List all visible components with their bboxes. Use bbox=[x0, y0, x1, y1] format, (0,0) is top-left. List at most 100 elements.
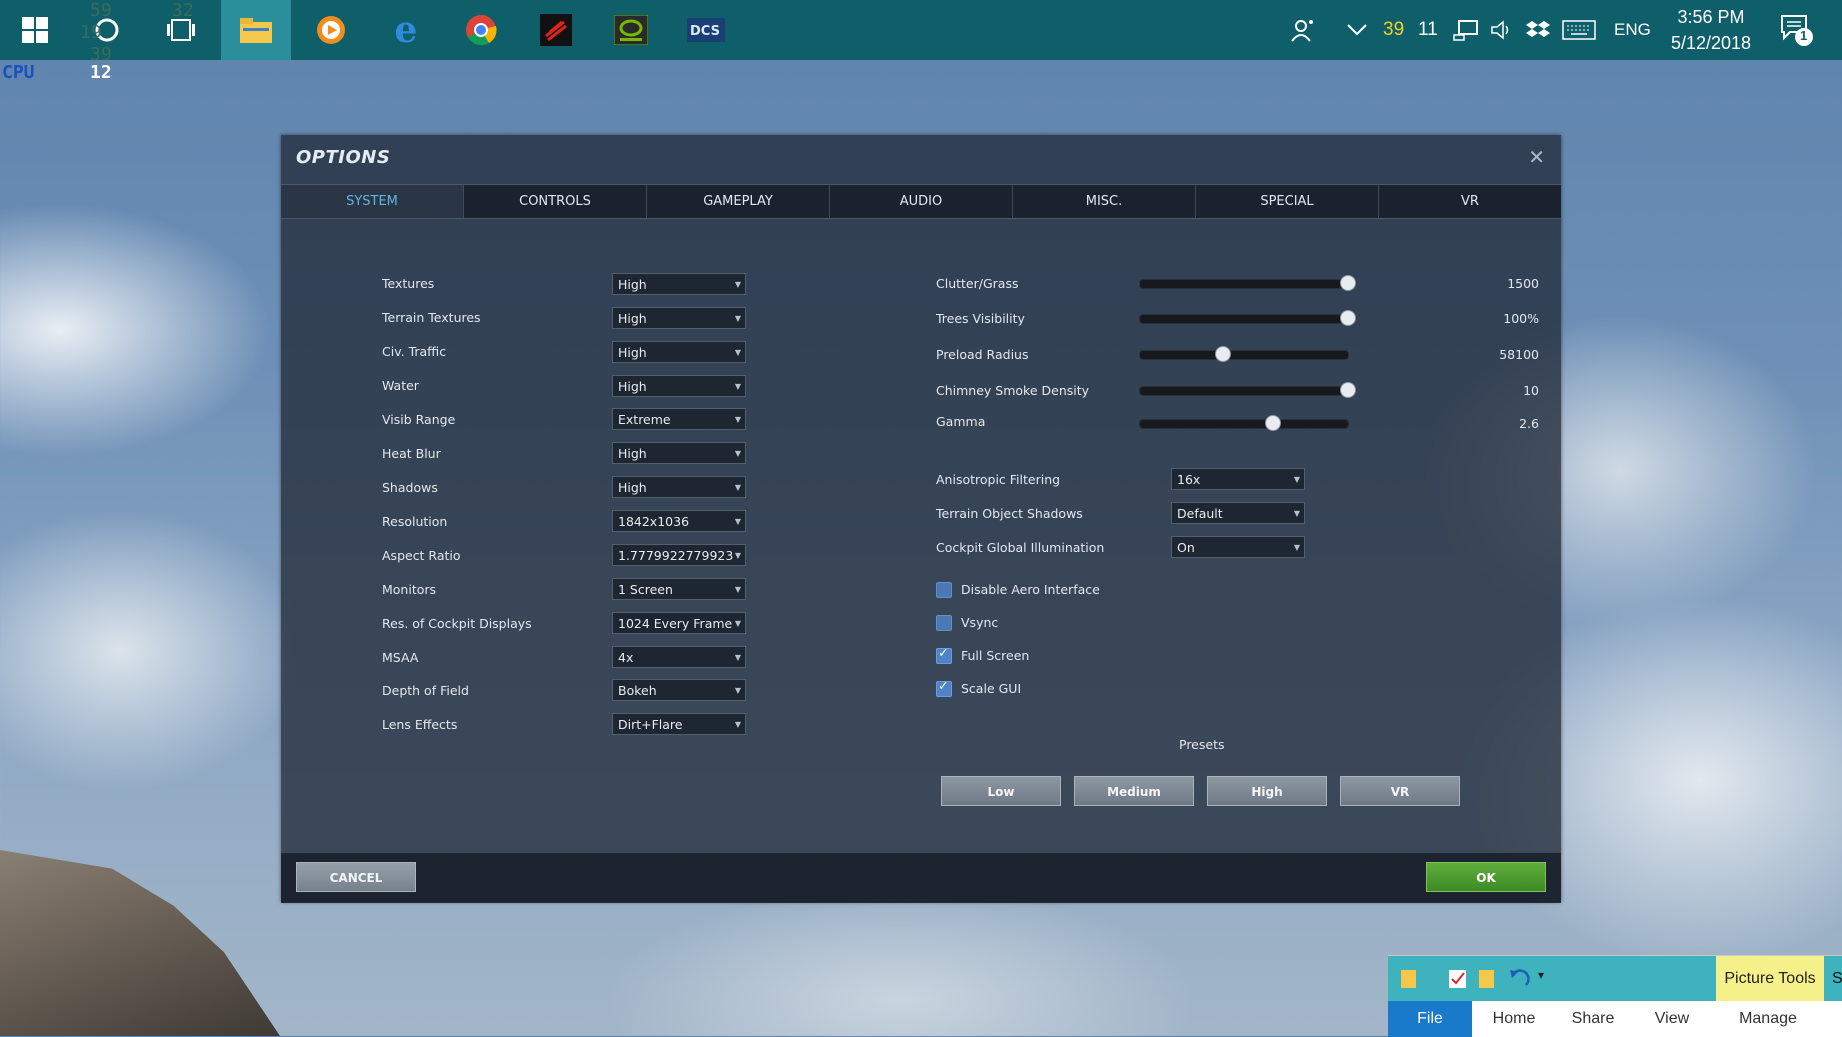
ok-button[interactable]: OK bbox=[1426, 862, 1546, 892]
tab-vr[interactable]: VR bbox=[1379, 185, 1561, 218]
ribbon-tab-view[interactable]: View bbox=[1630, 1001, 1714, 1037]
ribbon-tab-share[interactable]: Share bbox=[1556, 1001, 1630, 1037]
options-tabs: SYSTEM CONTROLS GAMEPLAY AUDIO MISC. SPE… bbox=[281, 184, 1561, 219]
dcs-logo-icon: DCS bbox=[687, 18, 725, 42]
people-button[interactable] bbox=[1290, 0, 1316, 60]
properties-check-icon[interactable] bbox=[1448, 967, 1468, 989]
tab-gameplay[interactable]: GAMEPLAY bbox=[647, 185, 830, 218]
trees-visibility-slider[interactable] bbox=[1139, 310, 1356, 326]
dropdown-value: 1.7779922779923 bbox=[618, 548, 734, 563]
tab-audio[interactable]: AUDIO bbox=[830, 185, 1013, 218]
ribbon-tab-manage[interactable]: Manage bbox=[1714, 1001, 1822, 1037]
chevron-down-icon[interactable]: ▾ bbox=[1538, 968, 1544, 982]
full-screen-checkbox[interactable] bbox=[936, 646, 952, 664]
close-icon[interactable]: ✕ bbox=[1528, 145, 1545, 169]
terrain-textures-dropdown[interactable]: High ▼ bbox=[612, 307, 746, 329]
chrome-icon bbox=[466, 15, 497, 46]
cockpit-displays-dropdown[interactable]: 1024 Every Frame ▼ bbox=[612, 612, 746, 634]
preset-high-button[interactable]: High bbox=[1207, 776, 1327, 806]
setting-label: Aspect Ratio bbox=[382, 548, 461, 563]
volume-button[interactable] bbox=[1490, 0, 1514, 60]
tab-special[interactable]: SPECIAL bbox=[1196, 185, 1379, 218]
heat-blur-dropdown[interactable]: High ▼ bbox=[612, 442, 746, 464]
hardware-monitor-overlay: 59 32 19 39 CPU 12 bbox=[0, 0, 194, 84]
action-center-button[interactable]: 1 bbox=[1780, 0, 1814, 60]
slider-knob[interactable] bbox=[1265, 415, 1282, 431]
touch-keyboard-button[interactable] bbox=[1562, 0, 1596, 60]
dropbox-button[interactable] bbox=[1526, 0, 1550, 60]
undo-icon[interactable] bbox=[1508, 968, 1530, 988]
slider-knob[interactable] bbox=[1340, 310, 1356, 326]
chevron-down-icon: ▼ bbox=[1293, 543, 1300, 552]
preload-radius-slider[interactable] bbox=[1139, 346, 1349, 362]
dropdown-value: High bbox=[618, 345, 647, 360]
slider-knob[interactable] bbox=[1340, 382, 1356, 398]
civ-traffic-dropdown[interactable]: High ▼ bbox=[612, 341, 746, 363]
shadows-dropdown[interactable]: High ▼ bbox=[612, 476, 746, 498]
tab-misc[interactable]: MISC. bbox=[1013, 185, 1196, 218]
msaa-dropdown[interactable]: 4x ▼ bbox=[612, 646, 746, 668]
chevron-down-icon: ▼ bbox=[734, 415, 741, 424]
checkbox-label: Full Screen bbox=[961, 648, 1030, 663]
setting-label: Visib Range bbox=[382, 412, 456, 427]
taskbar-msi-app[interactable] bbox=[521, 0, 591, 60]
depth-of-field-dropdown[interactable]: Bokeh ▼ bbox=[612, 679, 746, 701]
keyboard-icon bbox=[1562, 20, 1596, 40]
anisotropic-filtering-dropdown[interactable]: 16x ▼ bbox=[1171, 468, 1305, 490]
dropdown-value: High bbox=[618, 480, 647, 495]
slider-knob[interactable] bbox=[1215, 346, 1232, 362]
explorer-ribbon: ▾ Picture Tools S File Home Share View M… bbox=[1388, 955, 1842, 1037]
language-indicator[interactable]: ENG bbox=[1614, 0, 1651, 60]
tray-overflow-button[interactable] bbox=[1346, 0, 1368, 60]
taskbar-chrome[interactable] bbox=[446, 0, 516, 60]
ribbon-tab-file[interactable]: File bbox=[1388, 1001, 1472, 1037]
ribbon-tab-home[interactable]: Home bbox=[1472, 1001, 1556, 1037]
gpu-temp[interactable]: 39 bbox=[1383, 0, 1404, 60]
slider-label: Trees Visibility bbox=[936, 311, 1025, 326]
chevron-down-icon: ▼ bbox=[1293, 509, 1300, 518]
new-folder-icon[interactable] bbox=[1478, 967, 1496, 989]
preset-low-button[interactable]: Low bbox=[941, 776, 1061, 806]
slider-knob[interactable] bbox=[1340, 275, 1356, 291]
textures-dropdown[interactable]: High ▼ bbox=[612, 273, 746, 295]
taskbar-edge[interactable]: e bbox=[371, 0, 441, 60]
cpu-temp[interactable]: 11 bbox=[1418, 0, 1438, 60]
setting-label: Cockpit Global Illumination bbox=[936, 540, 1105, 555]
resolution-dropdown[interactable]: 1842x1036 ▼ bbox=[612, 510, 746, 532]
water-dropdown[interactable]: High ▼ bbox=[612, 375, 746, 397]
preset-vr-button[interactable]: VR bbox=[1340, 776, 1460, 806]
visib-range-dropdown[interactable]: Extreme ▼ bbox=[612, 408, 746, 430]
tab-controls[interactable]: CONTROLS bbox=[464, 185, 647, 218]
scale-gui-checkbox[interactable] bbox=[936, 679, 952, 697]
aspect-ratio-dropdown[interactable]: 1.7779922779923 ▼ bbox=[612, 544, 746, 566]
taskbar: e DCS 39 11 ENG 3:56 PM 5/12/2018 1 bbox=[0, 0, 1842, 60]
taskbar-nvidia[interactable] bbox=[596, 0, 666, 60]
gamma-slider[interactable] bbox=[1139, 415, 1349, 431]
chimney-smoke-slider[interactable] bbox=[1139, 382, 1356, 398]
monitors-dropdown[interactable]: 1 Screen ▼ bbox=[612, 578, 746, 600]
nvidia-icon bbox=[614, 15, 648, 45]
tab-system[interactable]: SYSTEM bbox=[281, 185, 464, 218]
terrain-object-shadows-dropdown[interactable]: Default ▼ bbox=[1171, 502, 1305, 524]
taskbar-file-explorer[interactable] bbox=[221, 0, 291, 60]
taskbar-media-player[interactable] bbox=[296, 0, 366, 60]
network-button[interactable] bbox=[1453, 0, 1479, 60]
setting-label: Depth of Field bbox=[382, 683, 469, 698]
clock[interactable]: 3:56 PM 5/12/2018 bbox=[1668, 0, 1754, 60]
ribbon-edge-letter: S bbox=[1832, 970, 1842, 987]
hwmon-cpu-label: CPU bbox=[2, 62, 35, 83]
dropbox-icon bbox=[1526, 21, 1550, 37]
vsync-checkbox[interactable] bbox=[936, 615, 952, 631]
lens-effects-dropdown[interactable]: Dirt+Flare ▼ bbox=[612, 713, 746, 735]
chevron-down-icon: ▼ bbox=[734, 280, 741, 289]
slider-label: Chimney Smoke Density bbox=[936, 383, 1090, 398]
preset-medium-button[interactable]: Medium bbox=[1074, 776, 1194, 806]
clutter-grass-slider[interactable] bbox=[1139, 275, 1356, 291]
disable-aero-checkbox[interactable] bbox=[936, 582, 952, 598]
folder-icon[interactable] bbox=[1400, 967, 1418, 989]
dropdown-value: 1 Screen bbox=[618, 582, 673, 597]
slider-value: 100% bbox=[1503, 311, 1539, 326]
taskbar-dcs[interactable]: DCS bbox=[671, 0, 741, 60]
cockpit-illumination-dropdown[interactable]: On ▼ bbox=[1171, 536, 1305, 558]
cancel-button[interactable]: CANCEL bbox=[296, 862, 416, 892]
